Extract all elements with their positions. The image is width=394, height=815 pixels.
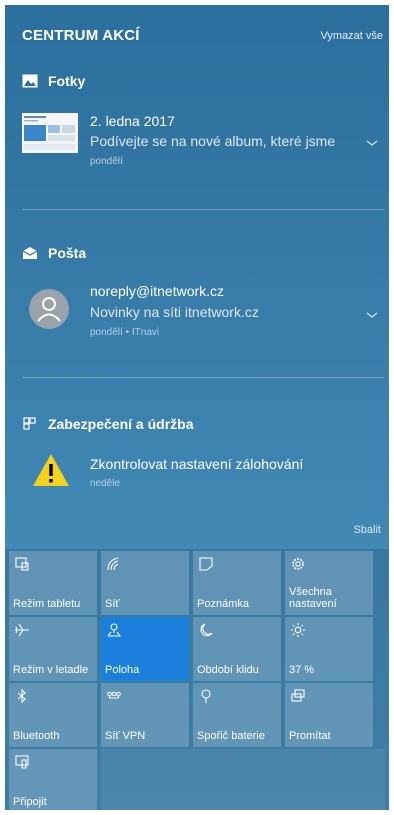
moon-icon [200,623,213,637]
tile-label: Režim v letadle [13,664,89,676]
tile-location[interactable]: Poloha [101,617,189,681]
notification-time: pondělí • ITnavi [90,327,160,338]
divider [22,209,384,210]
notification-title: 2. ledna 2017 [90,113,175,129]
security-flag-icon [23,417,36,430]
action-center-panel: CENTRUM AKCÍ Vymazat vše Fotky 2. ledna … [5,5,389,810]
project-icon [291,689,305,702]
notification-mail[interactable]: noreply@itnetwork.cz Novinky na síti itn… [5,277,389,352]
tile-airplane-mode[interactable]: Režim v letadle [9,617,97,681]
tablet-mode-icon [15,557,29,571]
tile-tablet-mode[interactable]: Režim tabletu [9,551,97,615]
bluetooth-icon [17,688,26,704]
tile-network[interactable]: Síť [101,551,189,615]
airplane-icon [15,623,29,637]
location-icon [107,623,122,637]
tile-label: Síť VPN [105,730,146,742]
notification-title: Zkontrolovat nastavení zálohování [90,456,304,472]
expand-chevron-icon[interactable] [365,310,379,320]
group-title-photos: Fotky [48,73,86,89]
notification-photos[interactable]: 2. ledna 2017 Podívejte se na nové album… [5,105,389,180]
notification-time: neděle [90,478,121,489]
action-center-header: CENTRUM AKCÍ Vymazat vše [5,5,389,57]
tile-label: Poloha [105,664,140,676]
clear-all-link[interactable]: Vymazat vše [320,30,383,42]
tile-label: Všechna nastavení [289,586,337,610]
action-center-title: CENTRUM AKCÍ [22,27,140,44]
connect-icon [15,755,29,769]
photo-thumbnail [22,113,78,153]
notification-title: noreply@itnetwork.cz [90,283,225,299]
notification-body: Novinky na síti itnetwork.cz [90,304,259,320]
tile-note[interactable]: Poznámka [193,551,281,615]
tile-quiet-hours[interactable]: Období klidu [193,617,281,681]
tile-connect[interactable]: Připojit [9,749,97,810]
tile-label: Období klidu [197,664,259,676]
tile-bluetooth[interactable]: Bluetooth [9,683,97,747]
tile-battery-saver[interactable]: Spořič baterie [193,683,281,747]
tile-label: Promítat [289,730,331,742]
tile-project[interactable]: Promítat [285,683,373,747]
battery-saver-icon [201,689,211,703]
settings-gear-icon [292,558,304,570]
group-header-security[interactable]: Zabezpečení a údržba [22,413,193,435]
divider [22,377,384,378]
collapse-link[interactable]: Sbalit [353,524,381,536]
brightness-icon [291,623,305,637]
group-title-security: Zabezpečení a údržba [48,416,194,432]
tile-label: Připojit [13,796,47,808]
tile-label: Bluetooth [13,730,60,742]
group-header-photos[interactable]: Fotky [22,70,85,92]
note-icon [199,557,213,571]
expand-chevron-icon[interactable] [365,138,379,148]
notification-time: pondělí [90,156,123,167]
avatar [29,289,69,329]
tile-label: 37 % [289,664,315,676]
tile-all-settings[interactable]: Všechna nastavení [285,551,373,615]
group-title-mail: Pošta [48,245,87,261]
network-icon [107,557,119,571]
tile-label: Poznámka [197,598,249,610]
tile-label: Spořič baterie [197,730,265,742]
photos-icon [22,74,38,88]
mail-icon [22,247,38,259]
group-header-mail[interactable]: Pošta [22,242,86,264]
tile-brightness[interactable]: 37 % [285,617,373,681]
vpn-icon [107,691,121,699]
quick-actions-grid: Režim tabletu Síť Poznámka Všechna nasta… [5,549,389,810]
tile-empty-area [101,749,385,810]
notification-backup[interactable]: Zkontrolovat nastavení zálohování neděle [5,448,389,508]
tile-label: Síť [105,598,120,610]
warning-icon [33,454,69,486]
tile-vpn[interactable]: Síť VPN [101,683,189,747]
tile-label: Režim tabletu [13,598,81,610]
notification-body: Podívejte se na nové album, které jsme [90,133,336,149]
